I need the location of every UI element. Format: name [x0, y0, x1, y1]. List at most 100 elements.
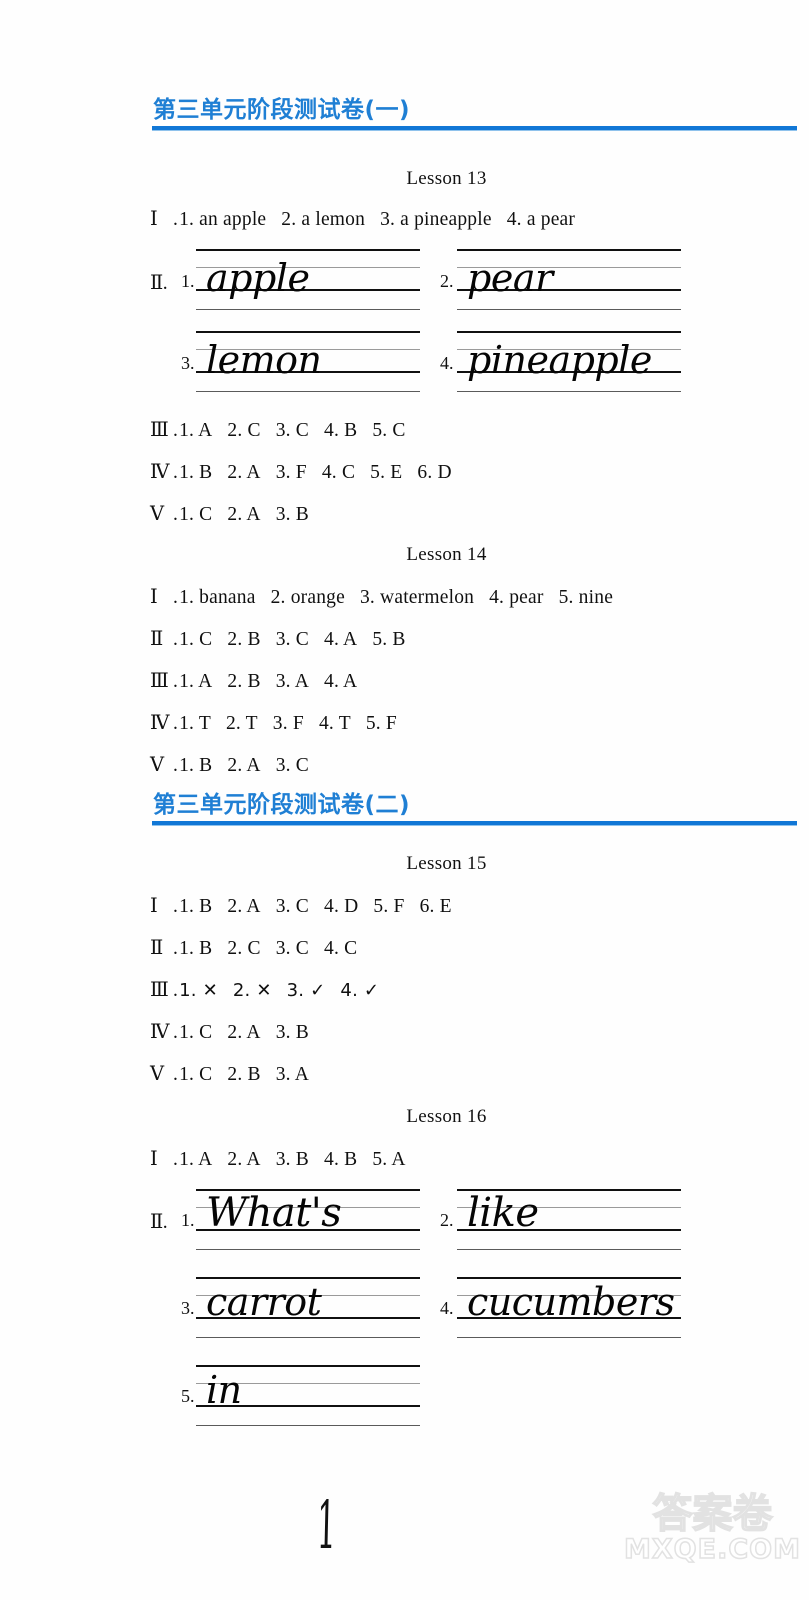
writing-item-number: 2.: [440, 1210, 454, 1230]
lesson-title-14: Lesson 14: [406, 544, 487, 565]
answer-row-l14-4: Ⅳ .1. T 2. T 3. F 4. T 5. F: [150, 711, 397, 734]
answer-item: 4. T: [318, 713, 351, 734]
page-number: 1: [316, 1487, 337, 1564]
writing-item-number: 4.: [440, 1298, 454, 1318]
section-header-unit3-test1: 第三单元阶段测试卷(一): [152, 97, 797, 132]
answer-item: 1. B: [179, 755, 213, 776]
answer-item: 2. A: [227, 504, 261, 525]
answer-row-l13-1: Ⅰ .1. an apple 2. a lemon 3. a pineapple 4. …: [150, 207, 576, 230]
handwritten-word: carrot: [206, 1280, 322, 1324]
lesson-title-15: Lesson 15: [406, 853, 487, 874]
answer-item: 3. C: [275, 755, 310, 776]
answer-item: 1. B: [179, 896, 213, 917]
answer-item: 3. A: [275, 1064, 310, 1085]
answer-item: 3. C: [275, 629, 310, 650]
roman-numeral: Ⅰ: [150, 207, 158, 230]
roman-numeral: Ⅳ: [150, 1020, 169, 1043]
answer-item: 1. C: [179, 629, 213, 650]
answer-item: 5. nine: [558, 587, 614, 608]
answer-item: 2. B: [227, 1064, 261, 1085]
writing-item-number: 5.: [181, 1386, 195, 1406]
answer-row-l15-3: Ⅲ .1. ✕ 2. ✕ 3. ✓ 4. ✓: [150, 978, 380, 1001]
answer-row-l15-5: Ⅴ .1. C 2. B 3. A: [150, 1062, 310, 1085]
answer-item: 2. A: [227, 896, 261, 917]
roman-numeral: Ⅰ: [150, 585, 158, 608]
answer-item: 1. ✕: [179, 980, 218, 1001]
answer-row-l15-1: Ⅰ .1. B 2. A 3. C 4. D 5. F 6. E: [150, 894, 452, 917]
answer-row-l13-4: Ⅳ .1. B 2. A 3. F 4. C 5. E 6. D: [150, 460, 452, 483]
answer-item: 3. C: [275, 896, 310, 917]
answer-row-l13-3: Ⅲ .1. A 2. C 3. C 4. B 5. C: [150, 418, 406, 441]
answer-item: 1. C: [179, 1022, 213, 1043]
answer-row-l16-1: Ⅰ .1. A 2. A 3. B 4. B 5. A: [150, 1147, 406, 1170]
section-title: 第三单元阶段测试卷(一): [153, 97, 411, 123]
answer-item: 1. A: [179, 1149, 213, 1170]
answer-item: 3. watermelon: [359, 587, 475, 608]
answer-item: 3. C: [275, 938, 310, 959]
answer-row-l15-4: Ⅳ .1. C 2. A 3. B: [150, 1020, 310, 1043]
writing-label-l16: Ⅱ.: [150, 1210, 168, 1233]
watermark: 答案卷 MXQE.COM: [620, 1493, 805, 1564]
answer-item: 1. A: [179, 671, 213, 692]
answer-item: 1. B: [179, 462, 213, 483]
answer-item: 3. B: [275, 1022, 310, 1043]
roman-numeral: Ⅲ: [150, 418, 169, 441]
answer-item: 2. A: [227, 1149, 261, 1170]
answer-item: 2. a lemon: [281, 209, 366, 230]
answer-item: 4. B: [324, 1149, 358, 1170]
answer-item: 4. A: [324, 629, 358, 650]
answer-item: 5. C: [372, 420, 406, 441]
section-title: 第三单元阶段测试卷(二): [153, 792, 411, 818]
answer-item: 3. ✓: [286, 980, 326, 1001]
answer-item: 3. a pineapple: [380, 209, 492, 230]
answer-item: 1. an apple: [179, 209, 267, 230]
answer-row-l14-2: Ⅱ .1. C 2. B 3. C 4. A 5. B: [150, 627, 406, 650]
answer-item: 4. C: [324, 938, 358, 959]
answer-item: 3. B: [275, 504, 310, 525]
answer-item: 2. orange: [270, 587, 345, 608]
roman-numeral: Ⅳ: [150, 460, 169, 483]
writing-label-l13: Ⅱ.: [150, 271, 168, 294]
answer-item: 2. A: [227, 462, 261, 483]
handwritten-word: pineapple: [467, 338, 652, 382]
answer-item: 1. T: [179, 713, 211, 734]
roman-numeral: Ⅳ: [150, 711, 169, 734]
answer-item: 2. A: [227, 1022, 261, 1043]
answer-row-l14-1: Ⅰ .1. banana 2. orange 3. watermelon 4. pear…: [150, 585, 614, 608]
answer-item: 2. B: [227, 629, 261, 650]
answer-item: 3. C: [275, 420, 310, 441]
answer-row-l13-5: Ⅴ .1. C 2. A 3. B: [150, 502, 310, 525]
answer-item: 4. pear: [489, 587, 544, 608]
answer-item: 2. B: [227, 671, 261, 692]
answer-row-l14-5: Ⅴ .1. B 2. A 3. C: [150, 753, 310, 776]
answer-item: 4. ✓: [340, 980, 380, 1001]
writing-item-number: 1.: [181, 1210, 195, 1230]
section-rule-soft: [152, 825, 797, 827]
answer-item: 3. F: [275, 462, 307, 483]
answer-item: 1. C: [179, 1064, 213, 1085]
roman-numeral: Ⅴ: [150, 1062, 164, 1085]
writing-item-number: 3.: [181, 1298, 195, 1318]
handwritten-word: in: [206, 1368, 242, 1412]
answer-row-l14-3: Ⅲ .1. A 2. B 3. A 4. A: [150, 669, 358, 692]
lesson-title-13: Lesson 13: [406, 168, 487, 189]
answer-item: 2. C: [227, 938, 261, 959]
writing-item-number: 2.: [440, 271, 454, 291]
roman-numeral: Ⅱ: [150, 627, 163, 650]
answer-item: 5. F: [365, 713, 397, 734]
answer-item: 4. A: [324, 671, 358, 692]
roman-numeral: Ⅲ: [150, 978, 169, 1001]
handwritten-word: cucumbers: [467, 1280, 675, 1324]
answer-item: 5. A: [372, 1149, 406, 1170]
answer-item: 3. A: [275, 671, 310, 692]
answer-item: 1. B: [179, 938, 213, 959]
handwritten-word: What's: [206, 1190, 342, 1236]
section-header-unit3-test2: 第三单元阶段测试卷(二): [152, 792, 797, 827]
roman-numeral: Ⅴ: [150, 753, 164, 776]
handwritten-word: lemon: [206, 338, 322, 382]
writing-item-number: 1.: [181, 271, 195, 291]
answer-item: 5. E: [370, 462, 403, 483]
answer-item: 2. A: [227, 755, 261, 776]
answer-item: 5. F: [373, 896, 405, 917]
answer-item: 1. banana: [179, 587, 256, 608]
